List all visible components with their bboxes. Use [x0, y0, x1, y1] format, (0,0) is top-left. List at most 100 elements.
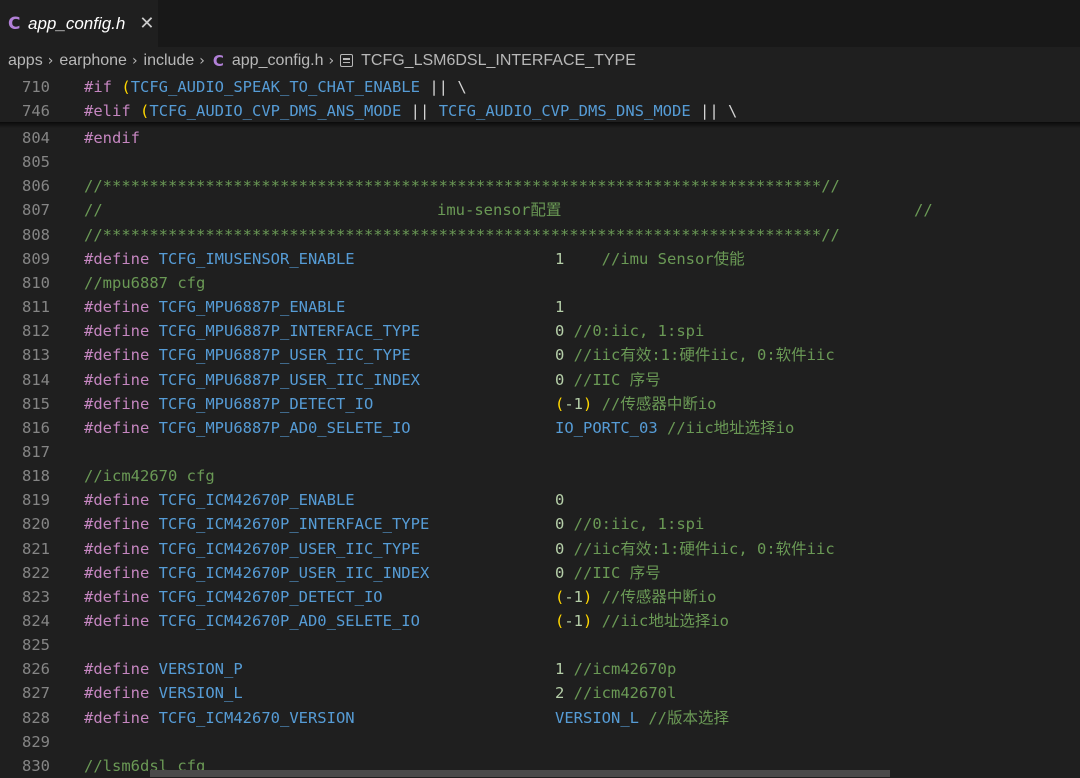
line-code: #define TCFG_MPU6887P_AD0_SELETE_IO	[84, 416, 411, 440]
comment-text: //0:iic, 1:spi	[564, 322, 705, 341]
value-token: 2	[555, 684, 565, 703]
code-line: 808 //***********************************…	[0, 223, 1080, 247]
line-number: 813	[22, 346, 50, 365]
macro-name: TCFG_ICM42670_VERSION	[158, 708, 355, 727]
code-line: 826 #define VERSION_P 1 //icm42670p	[0, 657, 1080, 681]
code-line: 815 #define TCFG_MPU6887P_DETECT_IO (-1) /…	[0, 392, 1080, 416]
line-code: //**************************************…	[84, 223, 840, 247]
line-code: #define TCFG_ICM42670P_INTERFACE_TYPE	[84, 512, 429, 536]
macro-name: TCFG_MPU6887P_USER_IIC_INDEX	[158, 370, 420, 389]
paren: (	[140, 102, 150, 120]
line-number: 820	[22, 515, 50, 534]
define-keyword: #define	[84, 515, 150, 534]
macro-value: 0 //IIC 序号	[555, 561, 661, 585]
line-number: 809	[22, 249, 50, 268]
line-number: 828	[22, 708, 50, 727]
define-keyword: #define	[84, 684, 150, 703]
macro-name: TCFG_ICM42670P_AD0_SELETE_IO	[158, 612, 420, 630]
comment-text: //iic有效:1:硬件iic, 0:软件iic	[564, 539, 835, 558]
line-code: #define TCFG_MPU6887P_ENABLE	[84, 295, 345, 319]
preprocessor-keyword: #endif	[84, 129, 140, 147]
value-token: 0	[555, 539, 565, 558]
number-value: -1	[564, 394, 584, 413]
code-line: 813 #define TCFG_MPU6887P_USER_IIC_TYPE 0 …	[0, 343, 1080, 367]
value-token: 0	[555, 322, 565, 341]
line-code: #if (TCFG_AUDIO_SPEAK_TO_CHAT_ENABLE || …	[84, 75, 467, 99]
code-line: 824 #define TCFG_ICM42670P_AD0_SELETE_IO (…	[0, 609, 1080, 633]
line-number: 829	[22, 732, 50, 751]
line-number: 817	[22, 442, 50, 461]
tab-bar: C app_config.h ✕	[0, 0, 1080, 47]
macro-name: TCFG_AUDIO_CVP_DMS_ANS_MODE	[149, 102, 402, 120]
symbol-constant-icon	[340, 54, 354, 67]
macro-value: 0 //0:iic, 1:spi	[555, 319, 704, 343]
line-code: #endif	[84, 126, 140, 150]
preprocessor-keyword: #elif	[84, 102, 131, 120]
close-icon[interactable]: ✕	[139, 13, 154, 34]
comment-text: //**************************************…	[84, 225, 840, 244]
line-code: #elif (TCFG_AUDIO_CVP_DMS_ANS_MODE || TC…	[84, 99, 737, 123]
operator: ||	[700, 102, 719, 120]
comment-text: //imu Sensor使能	[564, 249, 745, 268]
line-code: #define TCFG_MPU6887P_DETECT_IO	[84, 392, 373, 416]
number-value: -1	[564, 587, 584, 606]
breadcrumb-symbol[interactable]: TCFG_LSM6DSL_INTERFACE_TYPE	[361, 52, 636, 70]
value-token: 1	[555, 298, 565, 317]
line-code: #define VERSION_P	[84, 657, 243, 681]
line-code: #define TCFG_ICM42670P_USER_IIC_INDEX	[84, 561, 429, 585]
line-number: 746	[22, 102, 50, 120]
line-number: 826	[22, 660, 50, 679]
operator: ||	[429, 78, 448, 96]
breadcrumb-earphone[interactable]: earphone	[59, 52, 127, 70]
define-keyword: #define	[84, 418, 150, 437]
code-line: 814 #define TCFG_MPU6887P_USER_IIC_INDEX 0…	[0, 368, 1080, 392]
paren: )	[583, 587, 593, 606]
line-number: 807	[22, 201, 50, 220]
code-line: 828 #define TCFG_ICM42670_VERSION VERSION_…	[0, 706, 1080, 730]
code-editor[interactable]: 804 #endif 805 806 //***********************…	[0, 74, 1080, 777]
value-token: 1	[555, 660, 565, 679]
breadcrumb-apps[interactable]: apps	[8, 52, 43, 70]
line-number: 827	[22, 684, 50, 703]
line-code: //icm42670 cfg	[84, 464, 215, 488]
line-code: //**************************************…	[84, 174, 840, 198]
line-number: 804	[22, 129, 50, 147]
comment-text: //icm42670 cfg	[84, 467, 215, 486]
macro-name: TCFG_AUDIO_SPEAK_TO_CHAT_ENABLE	[130, 78, 420, 96]
c-file-icon: C	[212, 51, 224, 70]
breadcrumb-file[interactable]: app_config.h	[232, 52, 324, 70]
define-keyword: #define	[84, 708, 150, 727]
horizontal-scrollbar[interactable]	[150, 770, 890, 777]
macro-value: 0 //iic有效:1:硬件iic, 0:软件iic	[555, 537, 835, 561]
line-number: 811	[22, 298, 50, 317]
macro-value: (-1) //传感器中断io	[555, 392, 717, 416]
line-number: 830	[22, 756, 50, 775]
define-keyword: #define	[84, 370, 150, 389]
macro-name: TCFG_ICM42670P_USER_IIC_INDEX	[158, 563, 430, 582]
line-code: #define TCFG_MPU6887P_USER_IIC_INDEX	[84, 368, 420, 392]
chevron-right-icon: ›	[328, 52, 335, 69]
line-number: 810	[22, 273, 50, 292]
line-code: #define TCFG_IMUSENSOR_ENABLE	[84, 247, 355, 271]
chevron-right-icon: ›	[199, 52, 205, 69]
macro-value: 1 //imu Sensor使能	[555, 247, 745, 271]
value-token: 0	[555, 491, 565, 510]
breadcrumb-include[interactable]: include	[144, 52, 195, 70]
comment-text: //	[84, 201, 103, 220]
line-number: 824	[22, 612, 50, 630]
define-keyword: #define	[84, 612, 150, 630]
code-line: 823 #define TCFG_ICM42670P_DETECT_IO (-1) …	[0, 585, 1080, 609]
comment-text: //iic地址选择io	[657, 418, 795, 437]
code-line: 811 #define TCFG_MPU6887P_ENABLE 1	[0, 295, 1080, 319]
number-value: -1	[564, 612, 584, 630]
macro-name: TCFG_IMUSENSOR_ENABLE	[158, 249, 355, 268]
line-number: 816	[22, 418, 50, 437]
macro-name: TCFG_ICM42670P_INTERFACE_TYPE	[158, 515, 430, 534]
value-token: IO_PORTC_03	[555, 418, 658, 437]
code-line: 812 #define TCFG_MPU6887P_INTERFACE_TYPE 0…	[0, 319, 1080, 343]
line-code: //mpu6887 cfg	[84, 271, 205, 295]
tab-app-config[interactable]: C app_config.h ✕	[0, 0, 158, 47]
tab-label: app_config.h	[28, 13, 126, 33]
line-number: 825	[22, 636, 50, 655]
code-line: 827 #define VERSION_L 2 //icm42670l	[0, 681, 1080, 705]
